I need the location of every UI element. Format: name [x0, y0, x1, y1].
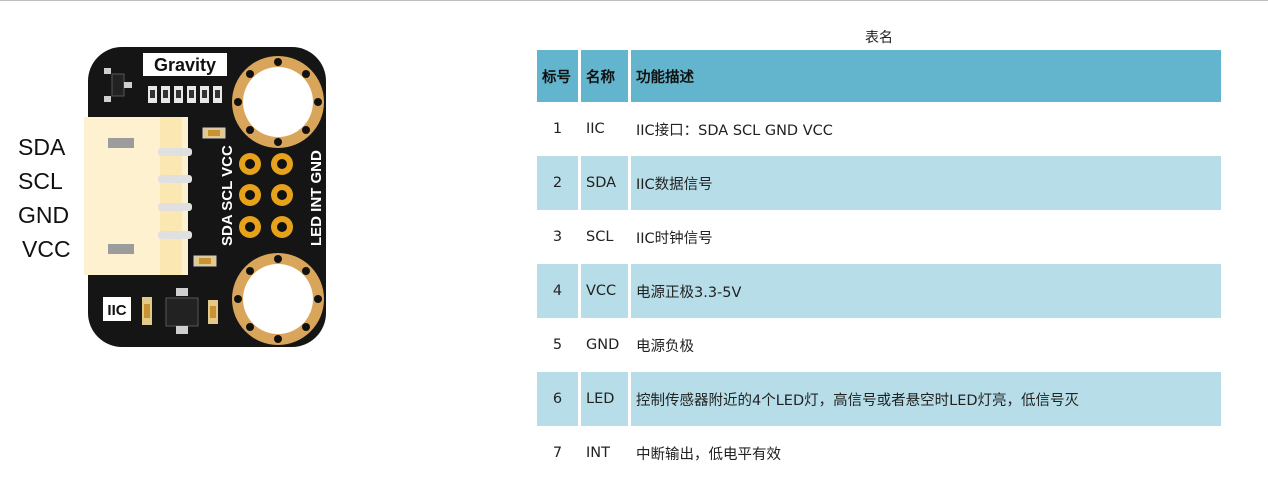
row-description: IIC接口：SDA SCL GND VCC	[636, 122, 833, 139]
table-row: 7 INT 中断输出，低电平有效	[537, 426, 1221, 480]
row-number: 3	[552, 229, 563, 245]
header-description: 功能描述	[631, 50, 1221, 102]
table-row: 1 IIC IIC接口：SDA SCL GND VCC	[537, 102, 1221, 156]
header-name: 名称	[581, 50, 628, 102]
table-row: 2 SDA IIC数据信号	[537, 156, 1221, 210]
sensor-board-illustration: SDA SCL GND VCC Gravity SDA SCL VCC LED …	[0, 0, 340, 360]
row-number: 7	[552, 445, 563, 461]
gravity-logo-text: Gravity	[154, 55, 216, 75]
iic-badge-text: IIC	[107, 302, 126, 319]
silk-label-sda-scl-vcc: SDA SCL VCC	[219, 145, 236, 246]
pin-description-table-block: 表名 标号 名称 功能描述 1 IIC IIC接口：SDA SCL GND VC…	[537, 26, 1221, 480]
table-header-row: 标号 名称 功能描述	[537, 50, 1221, 102]
row-name: SCL	[586, 229, 614, 245]
row-name: LED	[581, 372, 628, 426]
table-row: 5 GND 电源负极	[537, 318, 1221, 372]
row-name: INT	[586, 445, 610, 461]
gravity-logo: Gravity	[143, 53, 227, 76]
row-name: IIC	[586, 121, 605, 137]
row-description: 电源负极	[636, 338, 694, 355]
row-name: SDA	[581, 156, 628, 210]
row-number: 2	[537, 156, 578, 210]
board-svg: Gravity SDA SCL VCC LED INT GND IIC	[84, 47, 326, 347]
row-name: VCC	[581, 264, 628, 318]
row-description: 控制传感器附近的4个LED灯，高信号或者悬空时LED灯亮，低信号灭	[631, 372, 1221, 426]
header-number: 标号	[537, 50, 578, 102]
table-row: 3 SCL IIC时钟信号	[537, 210, 1221, 264]
iic-badge: IIC	[103, 297, 131, 321]
row-name: GND	[586, 337, 620, 353]
table-row: 6 LED 控制传感器附近的4个LED灯，高信号或者悬空时LED灯亮，低信号灭	[537, 372, 1221, 426]
mounting-hole-top	[232, 56, 324, 148]
row-description: 电源正极3.3-5V	[631, 264, 1221, 318]
row-description: IIC数据信号	[631, 156, 1221, 210]
silk-label-led-int-gnd: LED INT GND	[308, 150, 325, 246]
row-number: 6	[537, 372, 578, 426]
mounting-hole-bottom	[232, 253, 324, 345]
jst-connector	[84, 117, 192, 275]
table-row: 4 VCC 电源正极3.3-5V	[537, 264, 1221, 318]
row-number: 4	[537, 264, 578, 318]
pin-description-table: 标号 名称 功能描述 1 IIC IIC接口：SDA SCL GND VCC 2…	[534, 50, 1224, 480]
row-number: 1	[552, 121, 563, 137]
table-caption: 表名	[865, 30, 893, 46]
row-number: 5	[552, 337, 563, 353]
row-description: IIC时钟信号	[636, 230, 713, 247]
row-description: 中断输出，低电平有效	[636, 446, 781, 463]
